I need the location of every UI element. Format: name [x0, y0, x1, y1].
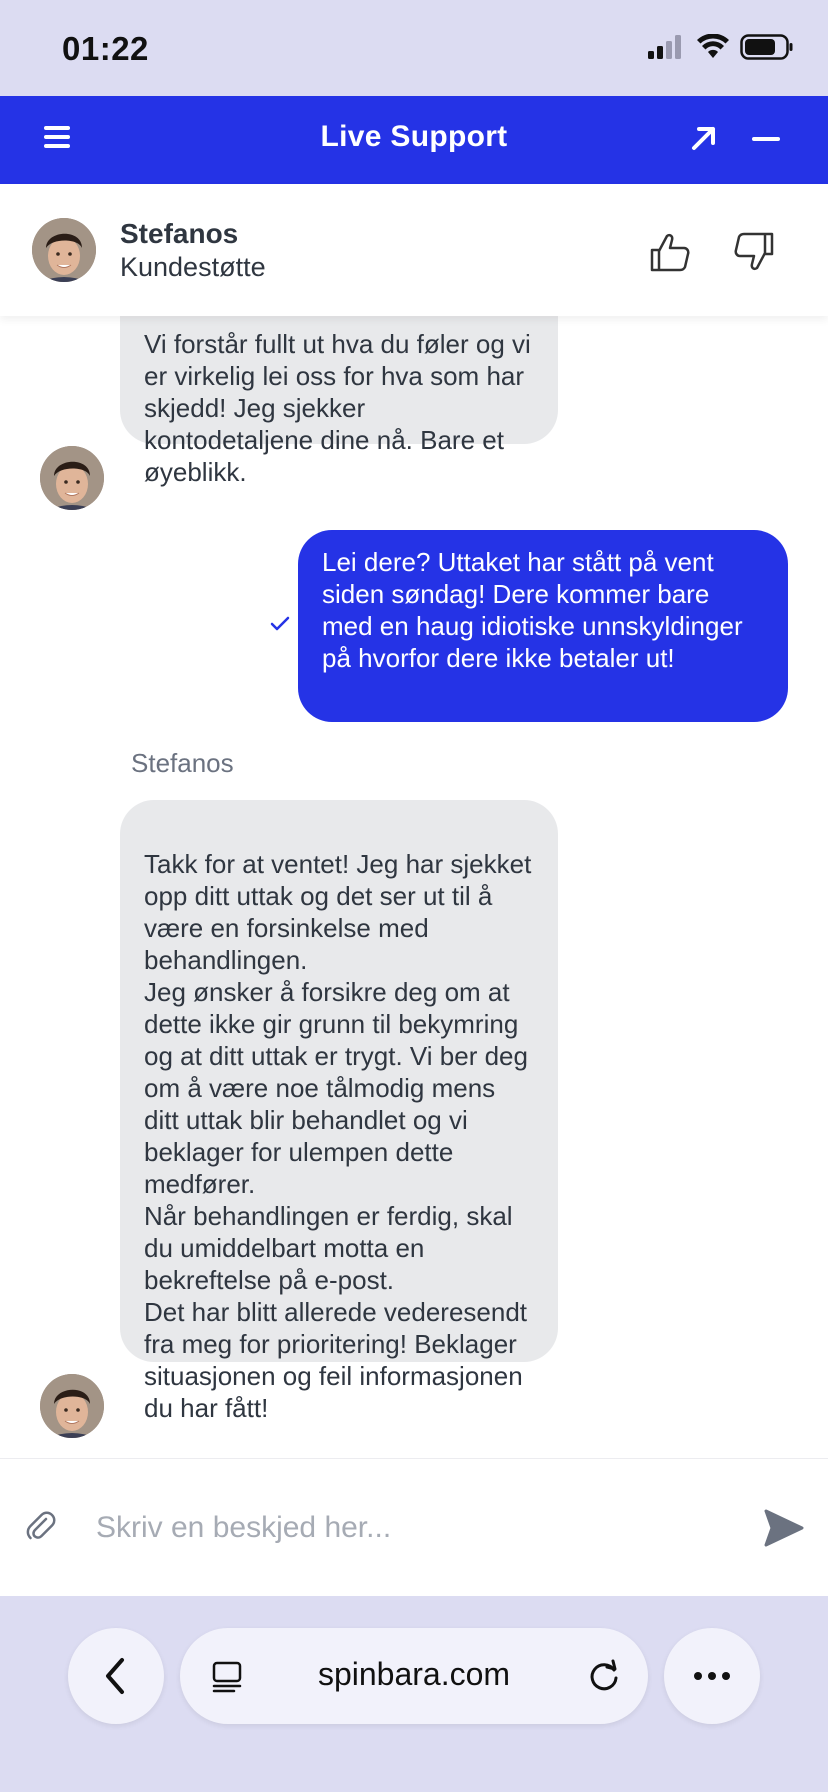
- expand-icon[interactable]: [688, 122, 720, 154]
- paperclip-icon[interactable]: [24, 1509, 58, 1543]
- agent-role: Kundestøtte: [120, 252, 266, 282]
- chevron-left-icon: [106, 1658, 124, 1694]
- thumbs-down-icon[interactable]: [732, 230, 776, 274]
- thumbs-up-icon[interactable]: [648, 230, 692, 274]
- agent-bar: Stefanos Kundestøtte: [0, 184, 828, 316]
- status-icons: [646, 34, 794, 60]
- signal-icon: [648, 35, 681, 59]
- message-bubble-incoming: Vi forstår fullt ut hva du føler og vi e…: [120, 316, 558, 487]
- agent-avatar: [40, 1374, 104, 1438]
- address-bar[interactable]: spinbara.com: [180, 1628, 648, 1724]
- back-button[interactable]: [68, 1628, 164, 1724]
- agent-avatar: [40, 446, 104, 510]
- message-input[interactable]: [96, 1503, 736, 1553]
- chat-messages: Vi forstår fullt ut hva du føler og vi e…: [0, 316, 828, 1458]
- read-check-icon: [270, 616, 290, 631]
- reload-icon[interactable]: [586, 1658, 622, 1694]
- minimize-icon[interactable]: [752, 137, 780, 141]
- message-bubble-incoming: Takk for at ventet! Jeg har sjekket opp …: [120, 800, 558, 1423]
- browser-toolbar: spinbara.com: [0, 1596, 828, 1792]
- more-button[interactable]: [664, 1628, 760, 1724]
- message-text: Takk for at ventet! Jeg har sjekket opp …: [144, 849, 532, 1423]
- message-bubble-outgoing: Lei dere? Uttaket har stått på vent side…: [298, 530, 788, 722]
- agent-name: Stefanos: [120, 218, 239, 249]
- sender-name: Stefanos: [131, 748, 234, 778]
- send-icon[interactable]: [764, 1509, 804, 1547]
- status-time: 01:22: [62, 30, 149, 67]
- agent-avatar: [32, 218, 96, 282]
- message-text: Vi forstår fullt ut hva du føler og vi e…: [144, 329, 531, 487]
- message-composer: [0, 1458, 828, 1596]
- message-text: Lei dere? Uttaket har stått på vent side…: [322, 547, 743, 673]
- battery-icon: [740, 34, 793, 60]
- status-bar: 01:22: [0, 0, 828, 96]
- more-dots-icon: [694, 1672, 730, 1680]
- url-text: spinbara.com: [317, 1656, 511, 1692]
- wifi-icon: [697, 34, 729, 58]
